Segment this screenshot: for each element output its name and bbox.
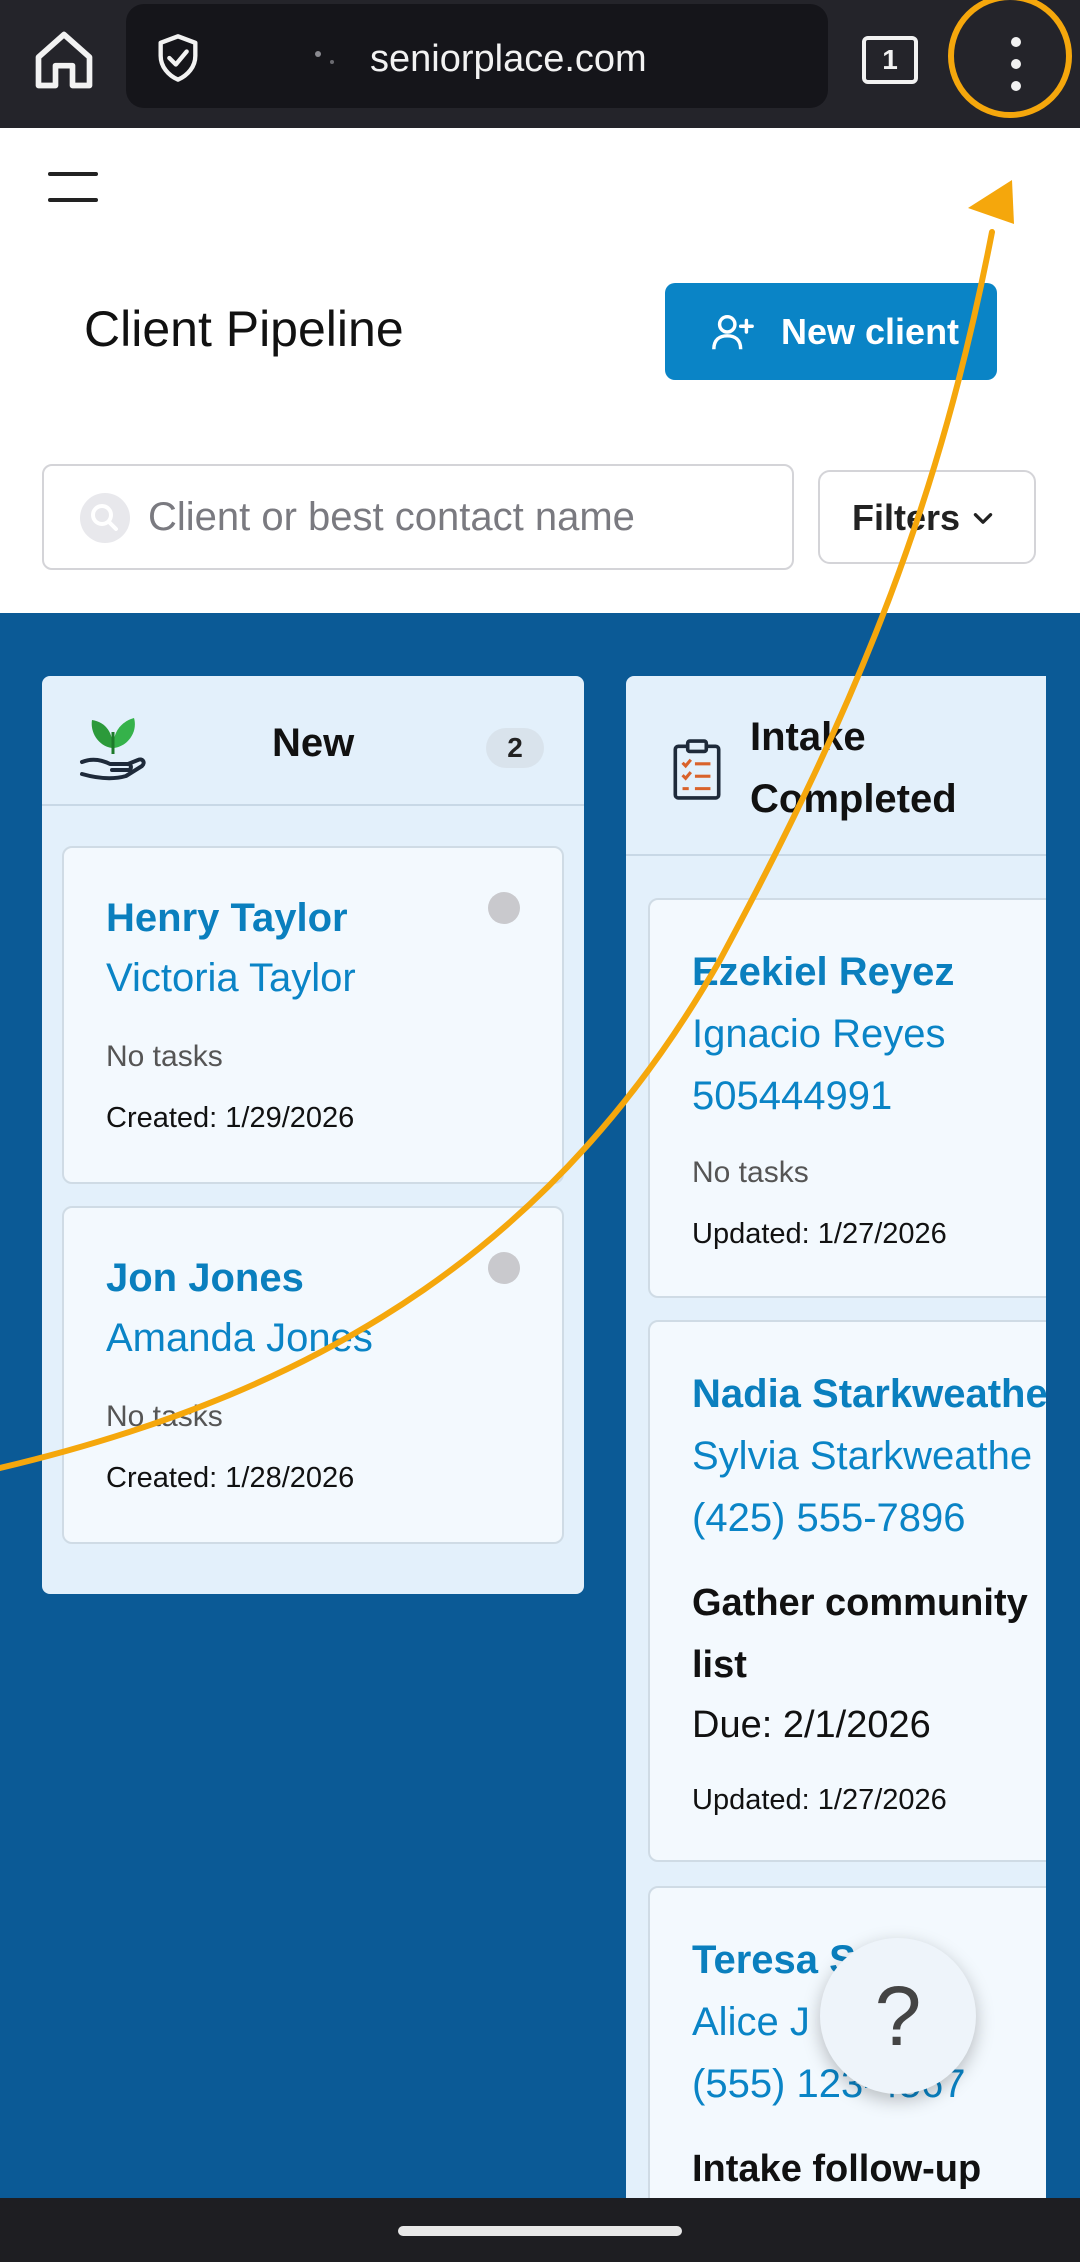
add-user-icon	[712, 314, 754, 350]
status-dot	[488, 892, 520, 924]
search-input[interactable]	[148, 466, 768, 568]
best-contact[interactable]: Victoria Taylor	[106, 956, 356, 1001]
count-badge: 2	[486, 728, 544, 768]
address-bar[interactable]: seniorplace.com	[126, 4, 828, 108]
best-contact[interactable]: Alice J	[692, 2000, 810, 2045]
task-title[interactable]: Intake follow-up	[692, 2138, 1046, 2200]
client-name[interactable]: Nadia Starkweathe	[692, 1372, 1046, 1417]
created-date: Created: 1/28/2026	[106, 1462, 355, 1494]
task-title[interactable]: Gather community list	[692, 1572, 1046, 1696]
client-card[interactable]: Jon Jones Amanda Jones No tasks Created:…	[62, 1206, 564, 1544]
best-contact[interactable]: Amanda Jones	[106, 1316, 373, 1361]
url-text: seniorplace.com	[370, 38, 647, 80]
client-card[interactable]: Ezekiel Reyez Ignacio Reyes 505444991 No…	[648, 898, 1046, 1298]
blurred-region	[315, 51, 334, 64]
phone-link[interactable]: 505444991	[692, 1074, 892, 1119]
due-date: Due: 2/1/2026	[692, 1704, 931, 1746]
task-title-line: list	[692, 1644, 747, 1686]
client-name[interactable]: Henry Taylor	[106, 896, 348, 941]
column-title-line: Intake	[750, 715, 866, 759]
page-header: Client Pipeline New client Filters	[0, 128, 1080, 613]
tasks-status: No tasks	[106, 1040, 223, 1073]
pipeline-column-new: New 2 Henry Taylor Victoria Taylor No ta…	[42, 676, 584, 1594]
client-card[interactable]: Henry Taylor Victoria Taylor No tasks Cr…	[62, 846, 564, 1184]
hamburger-menu-icon[interactable]	[48, 172, 98, 202]
column-title: Intake Completed	[750, 706, 957, 830]
filters-label: Filters	[852, 497, 961, 538]
search-box[interactable]	[42, 464, 794, 570]
clipboard-checklist-icon	[673, 739, 721, 800]
column-header: New 2	[42, 676, 584, 806]
best-contact[interactable]: Sylvia Starkweathe	[692, 1434, 1032, 1479]
best-contact[interactable]: Ignacio Reyes	[692, 1012, 945, 1057]
shield-check-icon[interactable]	[152, 32, 204, 84]
system-navigation-bar	[0, 2198, 1080, 2262]
column-title: New	[272, 721, 355, 765]
client-card[interactable]: Nadia Starkweathe Sylvia Starkweathe (42…	[648, 1320, 1046, 1862]
home-icon[interactable]	[30, 26, 98, 94]
tab-switcher-button[interactable]: 1	[862, 36, 918, 84]
created-date: Created: 1/29/2026	[106, 1102, 355, 1134]
plant-hand-icon	[80, 718, 146, 781]
column-title-line: Completed	[750, 777, 957, 821]
client-name[interactable]: Jon Jones	[106, 1256, 304, 1301]
phone-link[interactable]: (425) 555-7896	[692, 1496, 966, 1541]
updated-date: Updated: 1/27/2026	[692, 1218, 947, 1250]
help-button[interactable]: ?	[820, 1938, 976, 2094]
page-title: Client Pipeline	[84, 301, 404, 357]
browser-toolbar: seniorplace.com 1	[0, 0, 1080, 128]
filters-button[interactable]: Filters	[818, 470, 1036, 564]
home-gesture-handle[interactable]	[398, 2226, 682, 2236]
new-client-button[interactable]: New client	[665, 283, 997, 380]
tasks-status: No tasks	[692, 1156, 809, 1189]
task-title-line: Gather community	[692, 1582, 1028, 1624]
chevron-down-icon	[973, 513, 993, 524]
status-dot	[488, 1252, 520, 1284]
annotation-circle	[948, 0, 1072, 118]
new-client-label: New client	[781, 311, 960, 352]
tasks-status: No tasks	[106, 1400, 223, 1433]
column-header: Intake Completed	[626, 676, 1046, 856]
client-name[interactable]: Ezekiel Reyez	[692, 950, 954, 995]
updated-date: Updated: 1/27/2026	[692, 1784, 947, 1816]
search-icon	[80, 493, 130, 543]
